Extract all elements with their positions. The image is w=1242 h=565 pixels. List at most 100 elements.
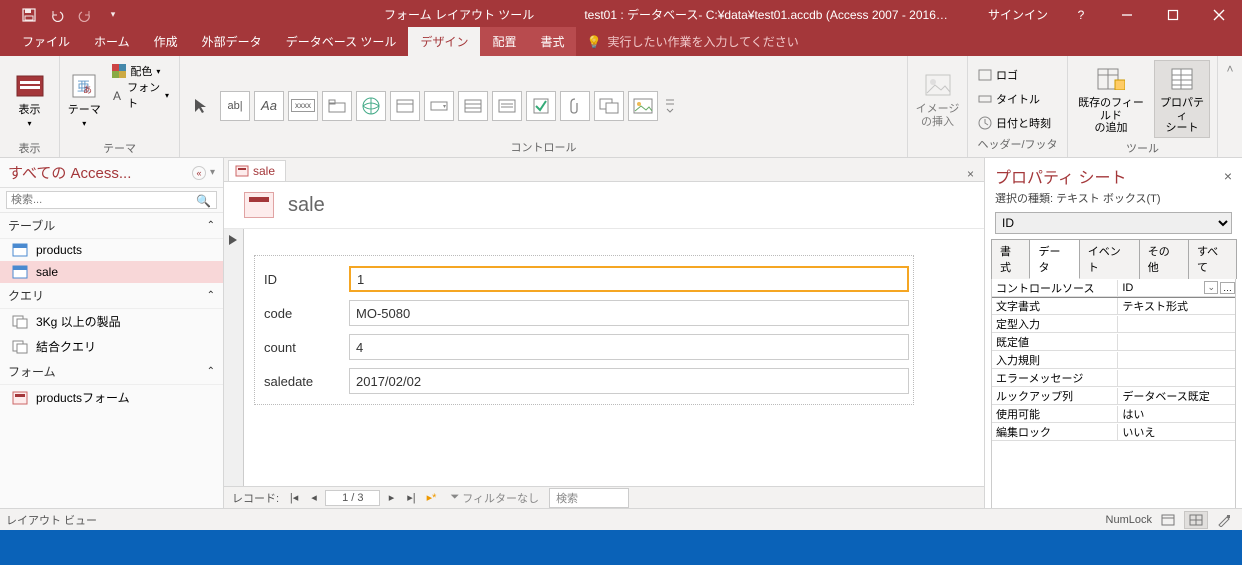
proptab-other[interactable]: その他 [1139, 239, 1189, 279]
tab-design[interactable]: デザイン [408, 27, 480, 56]
prop-value[interactable]: はい [1118, 406, 1235, 422]
field-label-code[interactable]: code [259, 305, 349, 322]
doc-tab-sale[interactable]: sale [228, 160, 286, 181]
proptab-event[interactable]: イベント [1079, 239, 1140, 279]
field-label-id[interactable]: ID [259, 271, 349, 288]
field-value-count[interactable]: 4 [349, 334, 909, 360]
builder-icon[interactable]: … [1220, 282, 1235, 294]
tab-home[interactable]: ホーム [82, 27, 142, 56]
control-combobox-icon[interactable] [424, 91, 454, 121]
nav-header[interactable]: すべての Access... « ▾ [0, 158, 223, 188]
control-navigation-icon[interactable] [390, 91, 420, 121]
recnav-prev-icon[interactable]: ◂ [305, 489, 323, 507]
signin-link[interactable]: サインイン [978, 6, 1058, 23]
tab-external[interactable]: 外部データ [190, 27, 274, 56]
tell-me[interactable]: 💡 実行したい作業を入力してください [576, 33, 808, 56]
prop-value[interactable]: いいえ [1118, 424, 1235, 440]
fonts-button[interactable]: Aフォント ▾ [108, 84, 173, 106]
nav-item-query2[interactable]: 結合クエリ [0, 334, 223, 359]
control-button-icon[interactable]: xxxx [288, 91, 318, 121]
doc-close-icon[interactable]: × [957, 167, 984, 181]
tab-file[interactable]: ファイル [10, 27, 82, 56]
control-listbox2-icon[interactable] [492, 91, 522, 121]
proptab-format[interactable]: 書式 [991, 239, 1030, 279]
property-sheet-button[interactable]: プロパティ シート [1154, 60, 1210, 138]
nav-item-products[interactable]: products [0, 239, 223, 261]
proptab-all[interactable]: すべて [1188, 239, 1237, 279]
field-value-id[interactable]: 1 [349, 266, 909, 292]
logo-button[interactable]: ロゴ [974, 64, 1055, 86]
prop-value[interactable]: ID⌄… [1118, 281, 1235, 294]
nav-cat-queries[interactable]: クエリ⌃ [0, 283, 223, 309]
recnav-filter[interactable]: ⏷フィルターなし [450, 490, 539, 506]
record-selector[interactable] [224, 229, 244, 486]
recnav-position[interactable]: 1 / 3 [325, 490, 380, 506]
control-hyperlink-icon[interactable] [356, 91, 386, 121]
search-icon[interactable]: 🔍 [196, 194, 211, 208]
collapse-ribbon-icon[interactable]: ˄ [1226, 62, 1233, 76]
control-listbox-icon[interactable] [458, 91, 488, 121]
propsheet-close-icon[interactable]: × [1224, 168, 1232, 184]
control-image-icon[interactable] [628, 91, 658, 121]
prop-row[interactable]: ルックアップ列データベース既定 [992, 387, 1235, 405]
control-subform-icon[interactable] [594, 91, 624, 121]
proptab-data[interactable]: データ [1029, 239, 1079, 279]
prop-row[interactable]: 使用可能はい [992, 405, 1235, 423]
prop-row[interactable]: 編集ロックいいえ [992, 423, 1235, 441]
tab-format[interactable]: 書式 [528, 27, 576, 56]
recnav-new-icon[interactable]: ▸* [422, 489, 440, 507]
nav-dropdown-icon[interactable]: « [192, 166, 206, 180]
redo-icon[interactable] [74, 4, 96, 26]
themes-button[interactable]: 亜あテーマ▾ [66, 60, 102, 138]
minimize-button[interactable] [1104, 0, 1150, 29]
propsheet-object-select[interactable]: ID [995, 212, 1232, 234]
field-value-code[interactable]: MO-5080 [349, 300, 909, 326]
control-pointer-icon[interactable] [186, 91, 216, 121]
tab-dbtools[interactable]: データベース ツール [274, 27, 409, 56]
prop-row[interactable]: 文字書式テキスト形式 [992, 297, 1235, 315]
dropdown-icon[interactable]: ⌄ [1204, 281, 1218, 294]
control-checkbox-icon[interactable] [526, 91, 556, 121]
nav-item-form1[interactable]: productsフォーム [0, 385, 223, 410]
control-tab-icon[interactable] [322, 91, 352, 121]
save-icon[interactable] [18, 4, 40, 26]
nav-search-input[interactable] [6, 191, 217, 209]
insert-image-button[interactable]: イメージ の挿入 [914, 60, 961, 138]
prop-row[interactable]: 入力規則 [992, 351, 1235, 369]
control-label-icon[interactable]: Aa [254, 91, 284, 121]
layout-selector-icon[interactable]: + [224, 229, 984, 243]
add-fields-button[interactable]: 既存のフィールド の追加 [1074, 60, 1148, 138]
field-label-saledate[interactable]: saledate [259, 373, 349, 390]
nav-item-sale[interactable]: sale [0, 261, 223, 283]
view-button[interactable]: 表示▾ [6, 60, 53, 138]
nav-cat-forms[interactable]: フォーム⌃ [0, 359, 223, 385]
title-button[interactable]: タイトル [974, 88, 1055, 110]
field-label-count[interactable]: count [259, 339, 349, 356]
control-textbox-icon[interactable]: ab| [220, 91, 250, 121]
prop-row[interactable]: 定型入力 [992, 315, 1235, 333]
recnav-last-icon[interactable]: ▸| [402, 489, 420, 507]
control-attachment-icon[interactable] [560, 91, 590, 121]
qat-customize-icon[interactable]: ▾ [102, 4, 124, 26]
controls-more-icon[interactable] [662, 91, 678, 121]
recnav-search[interactable]: 検索 [549, 488, 629, 508]
undo-icon[interactable] [46, 4, 68, 26]
close-button[interactable] [1196, 0, 1242, 29]
maximize-button[interactable] [1150, 0, 1196, 29]
field-value-saledate[interactable]: 2017/02/02 [349, 368, 909, 394]
prop-row[interactable]: 既定値 [992, 333, 1235, 351]
nav-cat-tables[interactable]: テーブル⌃ [0, 213, 223, 239]
prop-value[interactable]: データベース既定 [1118, 388, 1235, 404]
recnav-next-icon[interactable]: ▸ [382, 489, 400, 507]
tab-create[interactable]: 作成 [142, 27, 190, 56]
prop-row[interactable]: エラーメッセージ [992, 369, 1235, 387]
help-button[interactable]: ? [1058, 0, 1104, 29]
view-form-icon[interactable] [1156, 511, 1180, 529]
datetime-button[interactable]: 日付と時刻 [974, 112, 1055, 134]
chevron-down-icon[interactable]: ▾ [210, 167, 215, 178]
prop-value[interactable]: テキスト形式 [1118, 298, 1235, 314]
recnav-first-icon[interactable]: |◂ [285, 489, 303, 507]
tab-arrange[interactable]: 配置 [480, 27, 528, 56]
view-design-icon[interactable] [1212, 511, 1236, 529]
view-layout-icon[interactable] [1184, 511, 1208, 529]
